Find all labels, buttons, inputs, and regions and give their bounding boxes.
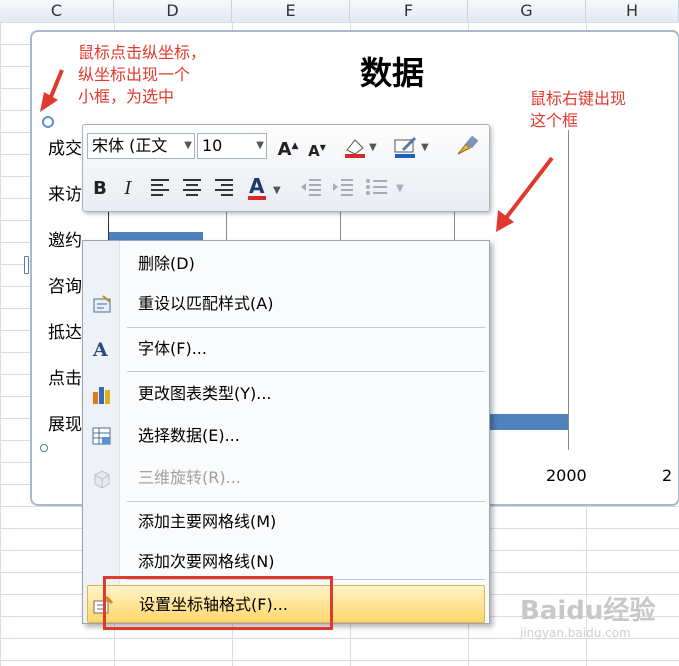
menu-item-label: 添加主要网格线(M) [138, 512, 277, 531]
decrease-indent-icon[interactable] [297, 177, 325, 201]
arrow-left-icon [40, 69, 64, 112]
font-icon: A [91, 339, 113, 361]
menu-separator [127, 327, 485, 328]
menu-item-select-data[interactable]: 选择数据(E)... [83, 417, 489, 455]
menu-item-label: 字体(F)... [138, 339, 207, 358]
select-data-icon [91, 426, 113, 446]
menu-item-label: 更改图表类型(Y)... [138, 384, 272, 403]
menu-item-add-major-gridlines[interactable]: 添加主要网格线(M) [83, 503, 489, 541]
font-size-value: 10 [202, 136, 223, 155]
menu-item-reset-style[interactable]: 重设以匹配样式(A) [83, 285, 489, 323]
menu-item-change-chart-type[interactable]: 更改图表类型(Y)... [83, 375, 489, 413]
menu-item-label: 删除(D) [138, 254, 195, 273]
font-name-value: 宋体 (正文 [92, 136, 168, 155]
svg-text:▼: ▼ [273, 185, 281, 196]
svg-text:A: A [92, 339, 108, 359]
menu-separator [127, 501, 485, 502]
reset-style-icon [91, 294, 113, 314]
menu-item-delete[interactable]: 删除(D) [83, 245, 489, 283]
3d-rotation-icon [91, 468, 113, 489]
shrink-font-icon[interactable]: A▼ [305, 136, 329, 160]
font-color-icon[interactable]: A ▼ [245, 174, 289, 200]
align-right-icon[interactable] [211, 177, 237, 201]
menu-separator [127, 371, 485, 372]
grow-font-icon[interactable]: A▲ [275, 134, 301, 160]
context-menu: 删除(D) 重设以匹配样式(A) A 字体(F)... 更改图表类型(Y)...… [82, 240, 490, 624]
menu-item-label: 选择数据(E)... [138, 426, 240, 445]
menu-item-label: 三维旋转(R)... [138, 468, 241, 487]
highlight-box [103, 576, 333, 630]
fill-color-icon[interactable]: ▼ [339, 134, 379, 158]
svg-text:A: A [249, 175, 265, 198]
increase-indent-icon[interactable] [329, 177, 357, 201]
menu-item-3d-rotation[interactable]: 三维旋转(R)... [83, 459, 489, 497]
svg-text:▼: ▼ [396, 183, 404, 194]
watermark-url: jingyan.baidu.com [520, 626, 631, 640]
arrow-right-icon [496, 156, 554, 232]
font-name-select[interactable]: 宋体 (正文 ▼ [87, 133, 195, 159]
menu-item-font[interactable]: A 字体(F)... [83, 330, 489, 368]
chart-type-icon [91, 384, 113, 404]
svg-text:▼: ▼ [421, 142, 429, 153]
svg-text:▼: ▼ [369, 142, 377, 153]
bold-button[interactable]: B [89, 177, 111, 201]
outline-color-icon[interactable]: ▼ [389, 134, 433, 158]
align-center-icon[interactable] [179, 177, 205, 201]
chevron-down-icon: ▼ [256, 140, 264, 151]
watermark: Baidu经验 [520, 596, 656, 626]
chevron-down-icon: ▼ [184, 140, 192, 151]
menu-item-label: 重设以匹配样式(A) [138, 294, 274, 313]
align-left-icon[interactable] [147, 177, 173, 201]
bullets-icon[interactable]: ▼ [363, 177, 411, 201]
italic-button[interactable]: I [117, 177, 139, 201]
font-size-select[interactable]: 10 ▼ [197, 133, 267, 159]
mini-toolbar: 宋体 (正文 ▼ 10 ▼ A▲ A▼ ▼ ▼ B I A ▼ ▼ [82, 124, 490, 212]
format-painter-icon[interactable] [453, 134, 481, 158]
